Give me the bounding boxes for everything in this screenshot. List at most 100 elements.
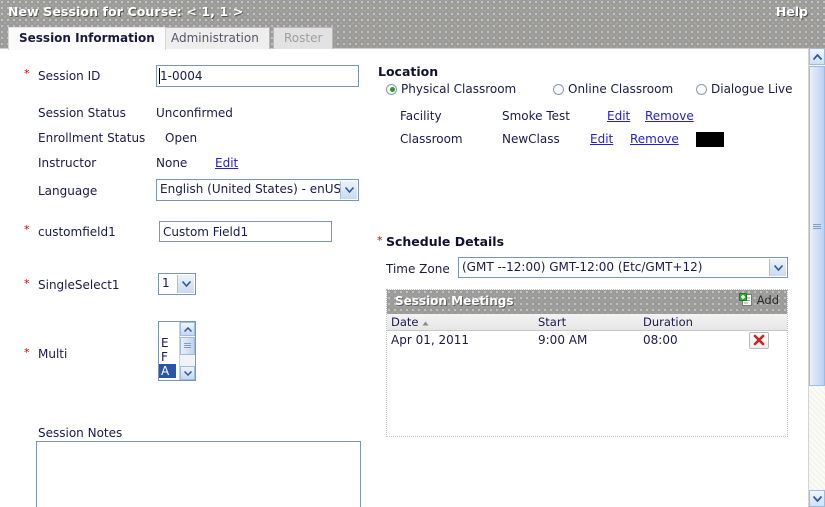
classroom-color-swatch [696,132,724,147]
cell-date: Apr 01, 2011 [391,333,470,347]
radio-physical-classroom[interactable]: Physical Classroom [386,82,516,96]
radio-unselected-icon [696,83,707,95]
enrollment-status-label: Enrollment Status [38,131,146,145]
singleselect1-label: SingleSelect1 [38,278,120,292]
scroll-down-icon[interactable] [180,366,195,380]
customfield1-label: customfield1 [38,225,116,239]
language-select[interactable]: English (United States) - enUS [156,179,359,201]
schedule-section-title: Schedule Details [386,234,505,249]
list-item[interactable]: E [159,336,176,350]
customfield1-required-marker: * [24,223,30,236]
scrollbar-grip [184,343,191,348]
text-cursor [159,68,160,84]
session-meetings-panel: Session Meetings Add Date Start Duration… [386,289,788,437]
scrollbar-grip [813,224,821,230]
singleselect1-select[interactable]: 1 [158,273,196,295]
chevron-down-icon [340,181,357,199]
radio-dialogue-live[interactable]: Dialogue Live [696,82,793,96]
timezone-select[interactable]: (GMT --12:00) GMT-12:00 (Etc/GMT+12) [458,257,788,278]
page-title: New Session for Course: < 1, 1 > [8,4,244,19]
location-section-title: Location [378,64,439,79]
language-select-value: English (United States) - enUS [160,182,342,196]
session-meetings-table: Date Start Duration Apr 01, 2011 9:00 AM… [387,314,787,349]
table-header-row: Date Start Duration [387,314,787,331]
scroll-up-icon[interactable] [180,322,195,336]
classroom-label: Classroom [400,132,463,146]
list-item[interactable] [159,322,176,336]
chevron-down-icon [769,259,786,276]
multi-listbox-scrollbar[interactable] [179,322,195,380]
session-id-label: Session ID [38,69,101,83]
instructor-label: Instructor [38,156,97,170]
language-label: Language [38,184,98,198]
red-x-icon [753,334,765,346]
radio-online-classroom[interactable]: Online Classroom [553,82,673,96]
session-notes-textarea[interactable] [36,441,361,507]
facility-label: Facility [400,109,442,123]
title-bar: New Session for Course: < 1, 1 > Help [0,0,825,24]
session-meetings-header: Session Meetings Add [387,290,787,314]
radio-dialogue-live-label: Dialogue Live [711,82,793,96]
radio-online-classroom-label: Online Classroom [568,82,674,96]
scrollbar-thumb[interactable] [180,337,195,355]
right-column: Location Physical Classroom Online Class… [370,49,808,507]
classroom-remove-link[interactable]: Remove [630,132,679,146]
instructor-value: None [156,156,188,170]
sort-ascending-icon [422,315,429,329]
instructor-edit-link[interactable]: Edit [215,156,238,170]
radio-selected-icon [386,83,397,95]
list-item[interactable]: F [159,350,176,364]
tab-roster: Roster [273,27,334,49]
page-scrollbar[interactable] [808,48,825,507]
left-column: * Session ID Session Status Unconfirmed … [0,49,370,507]
add-document-icon [738,293,752,306]
multi-listbox[interactable]: E F A [158,321,196,381]
chevron-down-icon [177,275,194,293]
tab-session-information[interactable]: Session Information [8,27,166,50]
scroll-up-icon[interactable] [809,48,825,65]
application-window: New Session for Course: < 1, 1 > Help Se… [0,0,825,507]
session-id-required-marker: * [24,67,30,80]
cell-start: 9:00 AM [538,333,588,347]
add-meeting-label: Add [756,293,779,307]
column-header-date[interactable]: Date [387,315,534,329]
session-status-value: Unconfirmed [156,106,233,120]
enrollment-status-value: Open [165,131,198,145]
multi-listbox-options: E F A [159,322,176,378]
customfield1-input[interactable] [159,221,332,242]
singleselect1-required-marker: * [24,277,30,290]
tab-administration[interactable]: Administration [160,27,270,49]
classroom-edit-link[interactable]: Edit [590,132,613,146]
radio-physical-classroom-label: Physical Classroom [401,82,517,96]
column-header-start[interactable]: Start [534,315,639,329]
schedule-required-marker: * [377,234,383,247]
multi-label: Multi [38,347,68,361]
session-id-input[interactable] [156,65,359,87]
column-header-duration[interactable]: Duration [639,315,747,329]
timezone-label: Time Zone [386,262,450,276]
form-content: * Session ID Session Status Unconfirmed … [0,48,808,507]
cell-actions [747,331,787,349]
list-item[interactable]: A [159,364,176,378]
column-header-date-label: Date [391,315,419,329]
timezone-select-value: (GMT --12:00) GMT-12:00 (Etc/GMT+12) [462,260,703,274]
add-meeting-button[interactable]: Add [738,293,779,307]
session-notes-label: Session Notes [38,426,123,440]
delete-meeting-button[interactable] [749,331,769,349]
table-row: Apr 01, 2011 9:00 AM 08:00 [387,331,787,349]
singleselect1-select-value: 1 [162,276,170,290]
session-meetings-title: Session Meetings [395,294,514,308]
facility-edit-link[interactable]: Edit [607,109,630,123]
multi-required-marker: * [24,346,30,359]
tab-strip: Session Information Administration Roste… [0,24,825,50]
session-status-label: Session Status [38,106,126,120]
facility-remove-link[interactable]: Remove [645,109,694,123]
scroll-down-icon[interactable] [809,490,825,507]
classroom-value: NewClass [502,132,560,146]
radio-unselected-icon [553,83,564,95]
location-radio-group: Physical Classroom Online Classroom Dial… [386,82,806,100]
facility-value: Smoke Test [502,109,570,123]
help-link[interactable]: Help [776,4,808,19]
cell-duration: 08:00 [643,333,678,347]
scrollbar-thumb[interactable] [809,66,825,386]
